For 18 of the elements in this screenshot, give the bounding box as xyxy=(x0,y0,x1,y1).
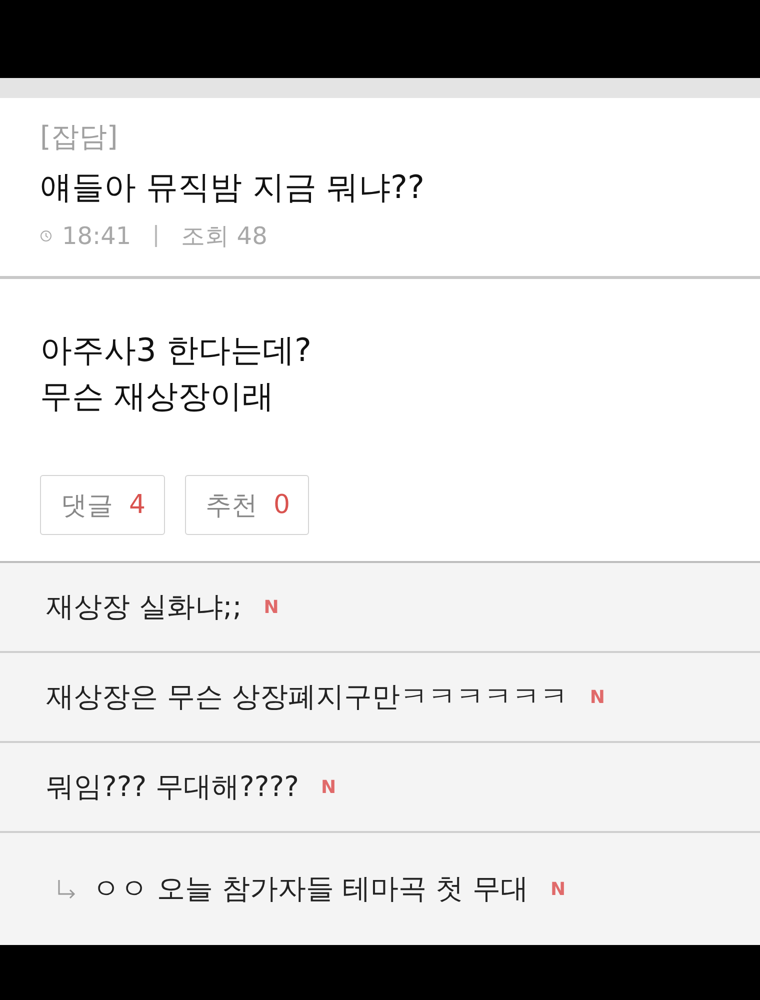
comment-text: 재상장 실화냐;; xyxy=(46,589,242,625)
view-count: 조회 48 xyxy=(181,221,268,252)
new-mark: N xyxy=(550,878,566,900)
post-body-line: 무슨 재상장이래 xyxy=(40,376,276,417)
reply-text: ㅇㅇ 오늘 참가자들 테마곡 첫 무대 xyxy=(92,871,529,907)
post-title: 얘들아 뮤직밤 지금 뭐냐?? xyxy=(40,167,426,208)
comment-text: 뭐임??? 무대해???? xyxy=(46,769,299,805)
new-mark: N xyxy=(320,776,336,798)
action-button[interactable]: 추천 0 xyxy=(184,475,310,535)
action-button[interactable]: 댓글 4 xyxy=(40,475,165,535)
new-mark: N xyxy=(264,596,279,618)
reply-arrow-icon xyxy=(56,878,78,900)
clock-icon xyxy=(40,230,52,242)
comment-text: 재상장은 무슨 상장폐지구만ㅋㅋㅋㅋㅋㅋ xyxy=(46,679,568,715)
post-body-line: 아주사3 한다는데? xyxy=(40,330,313,371)
new-mark: N xyxy=(590,686,605,708)
post-time: 18:41 xyxy=(62,222,132,250)
post-category: [잡담] xyxy=(40,119,119,155)
